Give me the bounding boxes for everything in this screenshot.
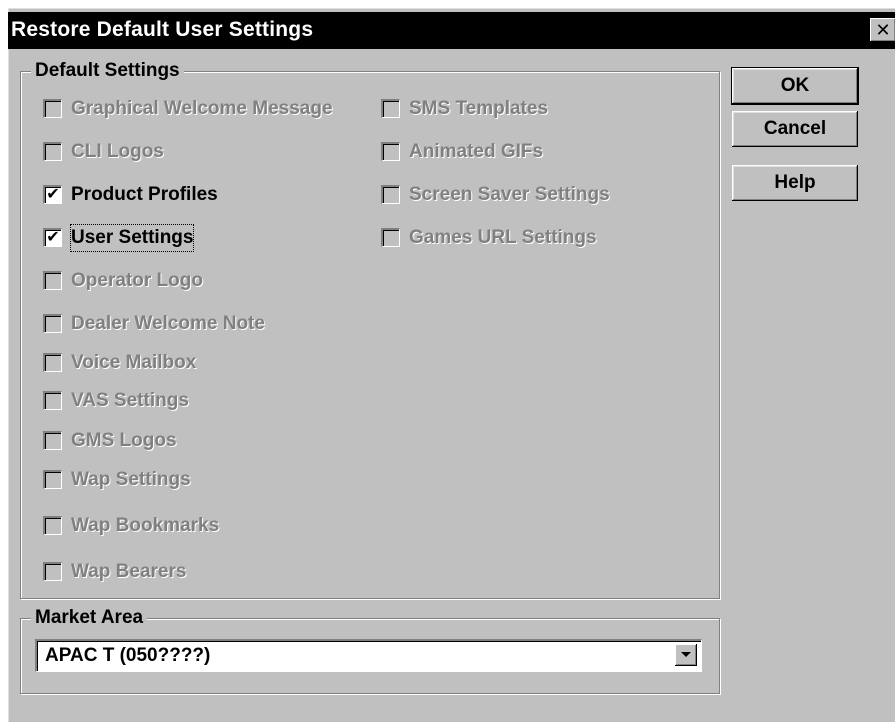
checkbox-box xyxy=(43,353,62,372)
checkbox-label: Animated GIFs xyxy=(409,141,544,162)
help-button[interactable]: Help xyxy=(732,165,858,201)
checkbox-box xyxy=(381,99,400,118)
checkbox-box xyxy=(43,391,62,410)
checkbox-box xyxy=(43,516,62,535)
checkbox-label: VAS Settings xyxy=(71,390,189,411)
dropdown-arrow-button[interactable] xyxy=(675,644,697,666)
checkbox-label: GMS Logos xyxy=(71,430,177,451)
checkbox-label: Graphical Welcome Message xyxy=(71,98,333,119)
market-area-select[interactable]: APAC T (050????) xyxy=(35,639,702,672)
checkbox-label: Dealer Welcome Note xyxy=(71,313,265,334)
checkbox-label: Wap Bearers xyxy=(71,561,187,582)
title-bar[interactable]: Restore Default User Settings ✕ xyxy=(8,12,895,49)
checkbox-label: Games URL Settings xyxy=(409,227,597,248)
ok-button[interactable]: OK xyxy=(731,67,859,105)
checkbox-box xyxy=(43,314,62,333)
checkbox-box xyxy=(43,99,62,118)
market-area-title: Market Area xyxy=(31,607,148,629)
dialog-title: Restore Default User Settings xyxy=(11,18,314,41)
checkbox-label: Voice Mailbox xyxy=(71,352,197,373)
checkbox-box xyxy=(381,185,400,204)
dialog-window: Restore Default User Settings ✕ Default … xyxy=(8,8,895,722)
checkbox-label: Operator Logo xyxy=(71,270,203,291)
checkbox-box xyxy=(43,431,62,450)
checkbox-box xyxy=(381,142,400,161)
checkbox-box xyxy=(43,562,62,581)
chevron-down-icon xyxy=(681,652,691,657)
checkbox-label: Screen Saver Settings xyxy=(409,184,610,205)
checkmark-icon[interactable]: ✔ xyxy=(43,228,62,247)
checkbox-box xyxy=(381,228,400,247)
checkbox-box xyxy=(43,271,62,290)
checkmark-icon[interactable]: ✔ xyxy=(43,185,62,204)
checkbox-box xyxy=(43,142,62,161)
close-icon[interactable]: ✕ xyxy=(870,18,895,42)
market-area-value: APAC T (050????) xyxy=(45,645,211,666)
checkbox-label: Product Profiles xyxy=(71,184,218,205)
checkbox-label: CLI Logos xyxy=(71,141,164,162)
checkbox-label: Wap Settings xyxy=(71,469,191,490)
checkbox-box xyxy=(43,470,62,489)
checkbox-label: User Settings xyxy=(69,224,195,252)
checkbox-label: Wap Bookmarks xyxy=(71,515,220,536)
checkbox-label: SMS Templates xyxy=(409,98,549,119)
cancel-button[interactable]: Cancel xyxy=(732,111,858,147)
default-settings-title: Default Settings xyxy=(31,60,184,82)
